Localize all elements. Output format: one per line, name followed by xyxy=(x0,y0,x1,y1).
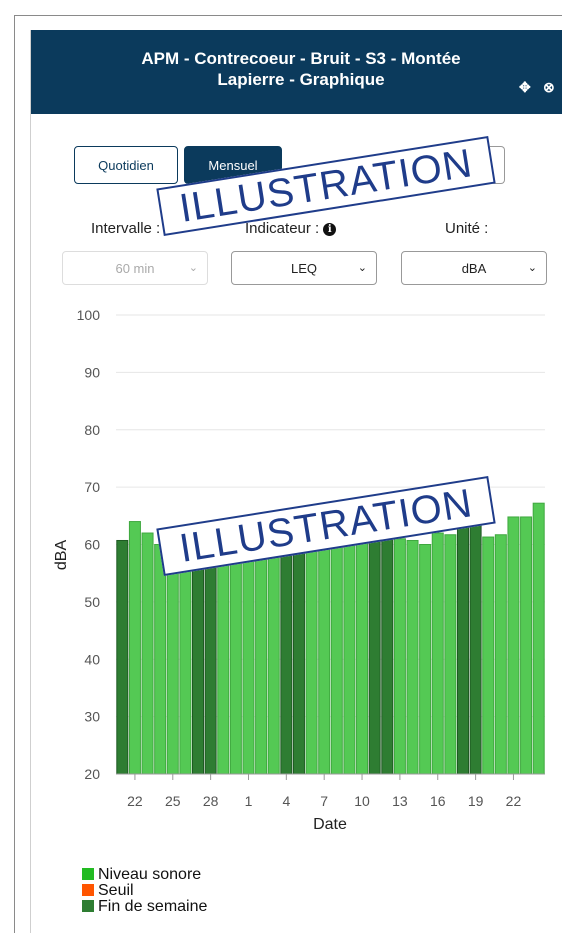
data-bar xyxy=(242,558,255,775)
data-bar xyxy=(318,544,331,775)
data-bar xyxy=(255,555,268,775)
legend-label: Niveau sonore xyxy=(98,866,201,883)
data-bar xyxy=(431,532,444,775)
data-bar xyxy=(343,541,356,775)
x-tick-label: 22 xyxy=(127,793,143,809)
weekend-bar xyxy=(204,566,217,775)
y-axis-title: dBA xyxy=(53,540,70,571)
data-bar xyxy=(154,544,167,775)
data-bar xyxy=(166,555,179,775)
x-tick-label: 22 xyxy=(506,793,522,809)
legend-swatch xyxy=(82,868,94,880)
y-tick-label: 60 xyxy=(84,537,100,553)
y-tick-label: 70 xyxy=(84,479,100,495)
x-tick-label: 1 xyxy=(245,793,253,809)
data-bar xyxy=(482,536,495,775)
data-bar xyxy=(330,544,343,775)
data-bar xyxy=(494,534,507,775)
x-tick-label: 10 xyxy=(354,793,370,809)
y-tick-label: 50 xyxy=(84,594,100,610)
weekend-bar xyxy=(381,535,394,775)
data-bar xyxy=(520,516,533,775)
legend-label: Seuil xyxy=(98,882,134,899)
x-tick-label: 25 xyxy=(165,793,181,809)
weekend-bar xyxy=(368,538,381,775)
weekend-bar xyxy=(280,549,293,775)
data-bar xyxy=(507,516,520,775)
data-bar xyxy=(393,538,406,775)
legend-swatch xyxy=(82,900,94,912)
x-tick-label: 19 xyxy=(468,793,484,809)
y-tick-label: 100 xyxy=(77,307,101,323)
y-tick-label: 90 xyxy=(84,364,100,380)
data-bar xyxy=(179,561,192,775)
x-tick-label: 16 xyxy=(430,793,446,809)
data-bar xyxy=(356,538,369,775)
weekend-bar xyxy=(192,555,205,775)
legend-swatch xyxy=(82,884,94,896)
y-tick-label: 20 xyxy=(84,766,100,782)
weekend-bar xyxy=(456,524,469,775)
data-bar xyxy=(444,534,457,775)
x-tick-label: 7 xyxy=(320,793,328,809)
x-tick-label: 13 xyxy=(392,793,408,809)
y-tick-label: 40 xyxy=(84,651,100,667)
data-bar xyxy=(406,539,419,775)
x-tick-label: 28 xyxy=(203,793,219,809)
weekend-bar xyxy=(116,539,129,775)
legend-label: Fin de semaine xyxy=(98,898,207,915)
data-bar xyxy=(419,544,432,775)
data-bar xyxy=(128,521,141,775)
x-tick-label: 4 xyxy=(282,793,290,809)
weekend-bar xyxy=(292,549,305,775)
data-bar xyxy=(217,561,230,775)
y-tick-label: 30 xyxy=(84,709,100,725)
data-bar xyxy=(229,555,242,775)
weekend-bar xyxy=(469,524,482,775)
x-axis-title: Date xyxy=(313,816,347,833)
data-bar xyxy=(141,532,154,775)
data-bar xyxy=(532,502,545,775)
data-bar xyxy=(267,552,280,775)
data-bar xyxy=(305,546,318,775)
y-tick-label: 80 xyxy=(84,422,100,438)
